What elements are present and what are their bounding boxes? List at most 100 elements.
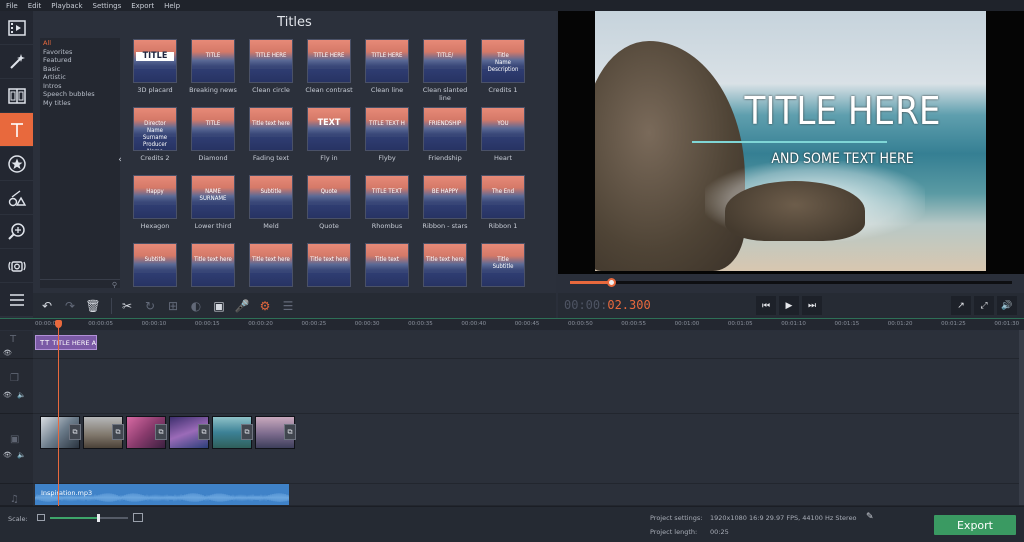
eye-icon[interactable]: 👁	[3, 391, 12, 399]
progress-track[interactable]	[570, 281, 1012, 284]
detach-preview-button[interactable]: ↗	[951, 296, 971, 315]
transition-icon[interactable]: ⧉	[112, 424, 124, 440]
speaker-icon[interactable]: 🔈	[17, 451, 26, 459]
title-thumbnail[interactable]: TITLE TEXT H Flyby	[361, 107, 413, 171]
title-thumbnail[interactable]: TEXT Fly in	[303, 107, 355, 171]
title-thumbnail[interactable]: Subtitle	[129, 243, 181, 293]
title-thumbnail[interactable]: Title text here	[245, 243, 297, 293]
title-thumbnail[interactable]: BE HAPPY Ribbon - stars	[419, 175, 471, 239]
filters-tool[interactable]	[0, 45, 33, 79]
play-button[interactable]: ▶	[779, 296, 799, 315]
shapes-tool[interactable]	[0, 181, 33, 215]
panel-title: Titles	[277, 15, 312, 30]
title-thumbnail[interactable]: The End Ribbon 1	[477, 175, 529, 239]
clip-properties-button[interactable]: ⚙	[255, 296, 275, 316]
title-thumbnail[interactable]: Title text here	[419, 243, 471, 293]
title-thumbnail[interactable]: FRIENDSHIP Friendship	[419, 107, 471, 171]
menu-edit[interactable]: Edit	[28, 2, 42, 10]
crop-button[interactable]: ⊞	[163, 296, 183, 316]
category-my-titles[interactable]: My titles	[43, 99, 117, 108]
export-button[interactable]: Export	[934, 515, 1016, 535]
menu-playback[interactable]: Playback	[51, 2, 82, 10]
title-thumbnail[interactable]: TITLE HERE Clean contrast	[303, 39, 355, 103]
category-basic[interactable]: Basic	[43, 65, 117, 74]
title-thumbnail[interactable]: NAME SURNAME Lower third	[187, 175, 239, 239]
zoom-out-icon[interactable]	[37, 514, 45, 521]
image-button[interactable]: ▣	[209, 296, 229, 316]
category-all[interactable]: All	[43, 39, 117, 48]
category-featured[interactable]: Featured	[43, 56, 117, 65]
eye-icon[interactable]: 👁	[3, 349, 12, 357]
transition-icon[interactable]: ⧉	[155, 424, 167, 440]
more-tools[interactable]	[0, 283, 33, 317]
category-artistic[interactable]: Artistic	[43, 73, 117, 82]
playhead[interactable]	[58, 320, 59, 506]
category-speech-bubbles[interactable]: Speech bubbles	[43, 90, 117, 99]
title-thumbnail[interactable]: Quote Quote	[303, 175, 355, 239]
title-thumbnail[interactable]: TITLE 3D placard	[129, 39, 181, 103]
eye-icon[interactable]: 👁	[3, 451, 12, 459]
title-thumbnail[interactable]: TITLE Diamond	[187, 107, 239, 171]
zoom-in-icon[interactable]	[133, 513, 143, 522]
previous-frame-button[interactable]: ⏮	[756, 296, 776, 315]
title-thumbnail[interactable]: Title text here	[303, 243, 355, 293]
timeline-scrollbar[interactable]	[1019, 330, 1024, 505]
title-track[interactable]	[33, 331, 1024, 359]
category-intros[interactable]: Intros	[43, 82, 117, 91]
transition-icon[interactable]: ⧉	[198, 424, 210, 440]
title-thumbnail[interactable]: Title text here Fading text	[245, 107, 297, 171]
stabilization-tool[interactable]	[0, 249, 33, 283]
split-button[interactable]: ✂	[117, 296, 137, 316]
title-thumbnail[interactable]: YOU Heart	[477, 107, 529, 171]
title-thumbnail[interactable]: Title text here	[187, 243, 239, 293]
title-thumbnail[interactable]: Title Subtitle	[477, 243, 529, 293]
title-clip[interactable]: T T TITLE HERE A	[35, 335, 97, 350]
delete-button[interactable]: 🗑	[83, 296, 103, 316]
titles-tool[interactable]	[0, 113, 33, 147]
title-thumbnail[interactable]: Happy Hexagon	[129, 175, 181, 239]
import-tool[interactable]	[0, 11, 33, 45]
fullscreen-button[interactable]: ⤢	[974, 296, 994, 315]
timeline-ruler[interactable]: 00:00:00 00:00:05 00:00:10 00:00:15 00:00:20…	[0, 318, 1024, 330]
menu-help[interactable]: Help	[164, 2, 180, 10]
title-thumbnail[interactable]: Subtitle Meld	[245, 175, 297, 239]
rotate-button[interactable]: ↻	[140, 296, 160, 316]
record-audio-button[interactable]: 🎤	[232, 296, 252, 316]
pencil-icon[interactable]: ✎	[866, 512, 874, 522]
title-thumbnail[interactable]: Title Name Description Credits 1	[477, 39, 529, 103]
category-favorites[interactable]: Favorites	[43, 48, 117, 57]
speaker-icon[interactable]: 🔈	[17, 391, 26, 399]
transitions-tool[interactable]	[0, 79, 33, 113]
transition-icon[interactable]: ⧉	[284, 424, 296, 440]
transition-icon[interactable]: ⧉	[69, 424, 81, 440]
volume-button[interactable]: 🔊	[997, 296, 1017, 315]
title-thumbnail[interactable]: Title text	[361, 243, 413, 293]
equalizer-button[interactable]: ☰	[278, 296, 298, 316]
category-search[interactable]: ⚲	[40, 279, 120, 289]
redo-button[interactable]: ↷	[60, 296, 80, 316]
title-thumbnail[interactable]: TITLE HERE Clean circle	[245, 39, 297, 103]
title-thumbnail[interactable]: TITLE/Clean slanted line	[419, 39, 471, 103]
timecode: 00:00:02.300	[564, 298, 651, 312]
audio-clip[interactable]: Inspiration.mp3	[35, 484, 289, 505]
transition-icon[interactable]: ⧉	[241, 424, 253, 440]
color-adjust-button[interactable]: ◐	[186, 296, 206, 316]
collapse-categories-button[interactable]: ‹	[116, 155, 124, 167]
menu-file[interactable]: File	[6, 2, 18, 10]
progress-knob[interactable]	[606, 278, 616, 287]
zoom-tool[interactable]	[0, 215, 33, 249]
title-thumbnail[interactable]: TITLE HERE Clean line	[361, 39, 413, 103]
title-thumbnail[interactable]: TITLE Breaking news	[187, 39, 239, 103]
overlay-track[interactable]	[33, 359, 1024, 414]
playhead-handle[interactable]	[55, 320, 62, 328]
menu-export[interactable]: Export	[131, 2, 154, 10]
menu-settings[interactable]: Settings	[93, 2, 122, 10]
stickers-tool[interactable]	[0, 147, 33, 181]
title-thumbnail[interactable]: TITLE TEXT Rhombus	[361, 175, 413, 239]
scale-slider-knob[interactable]	[97, 514, 101, 522]
preview-subtitle-text[interactable]: AND SOME TEXT HERE	[690, 151, 986, 167]
preview-title-text[interactable]: TITLE HERE	[690, 89, 986, 133]
undo-button[interactable]: ↶	[37, 296, 57, 316]
title-thumbnail[interactable]: Director Name Surname Producer Name Surn…	[129, 107, 181, 171]
next-frame-button[interactable]: ⏭	[802, 296, 822, 315]
